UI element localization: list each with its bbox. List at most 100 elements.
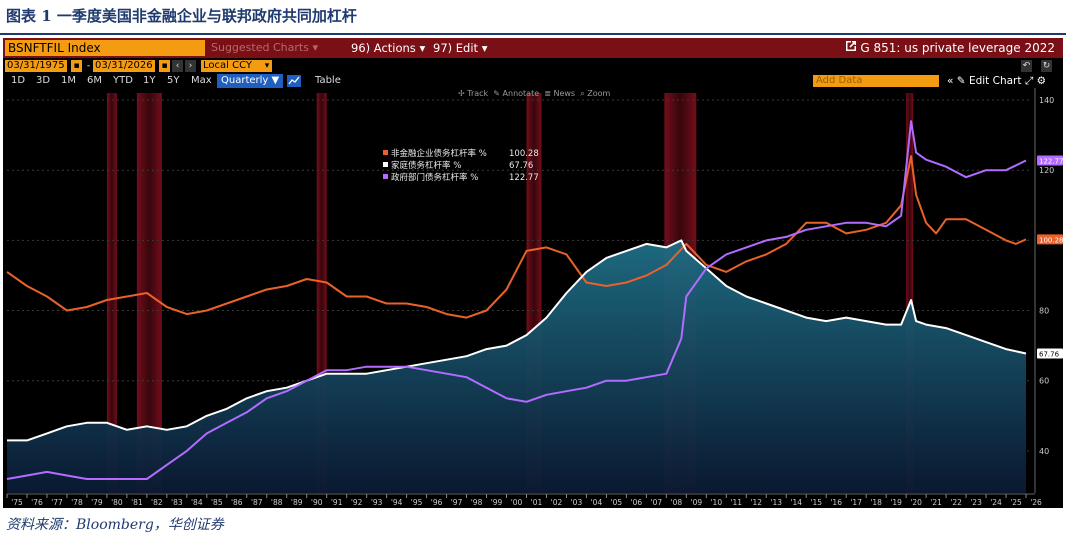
- x-tick-label: '91: [331, 498, 343, 507]
- x-tick-label: '86: [231, 498, 243, 507]
- range-1d[interactable]: 1D: [11, 74, 25, 88]
- x-tick-label: '95: [411, 498, 423, 507]
- annotate-icon: ✎: [493, 89, 500, 98]
- figure-title: 图表 1 一季度美国非金融企业与联邦政府共同加杠杆: [6, 7, 357, 25]
- x-tick-label: '05: [611, 498, 623, 507]
- range-6m[interactable]: 6M: [87, 74, 102, 88]
- chevron-down-icon: ▾: [481, 41, 488, 55]
- x-tick-label: '97: [451, 498, 463, 507]
- expand-icon[interactable]: ⤢: [1025, 75, 1033, 87]
- x-tick-label: '09: [691, 498, 703, 507]
- x-tick-label: '80: [111, 498, 123, 507]
- legend-value: 100.28: [509, 149, 539, 159]
- refresh-icon[interactable]: ↻: [1041, 60, 1052, 72]
- x-tick-label: '10: [711, 498, 723, 507]
- x-tick-label: '82: [151, 498, 163, 507]
- x-tick-label: '92: [351, 498, 363, 507]
- x-tick-label: '03: [571, 498, 583, 507]
- x-tick-label: '13: [770, 498, 782, 507]
- start-date-input[interactable]: 03/31/1975: [5, 60, 67, 72]
- y-tick-label: 140: [1039, 96, 1054, 105]
- chevron-down-icon: ▾: [419, 41, 426, 55]
- end-date-input[interactable]: 03/31/2026: [93, 60, 155, 72]
- collapse-icon[interactable]: «: [947, 75, 953, 87]
- x-tick-label: '21: [930, 498, 942, 507]
- zoom-tool[interactable]: Zoom: [587, 89, 610, 98]
- x-tick-label: '94: [391, 498, 403, 507]
- x-tick-label: '87: [251, 498, 263, 507]
- last-value-label: 100.28: [1039, 236, 1063, 244]
- x-tick-label: '22: [950, 498, 962, 507]
- x-tick-label: '12: [750, 498, 762, 507]
- table-button[interactable]: Table: [315, 74, 341, 88]
- title-rule: [0, 33, 1066, 35]
- line-chart-icon[interactable]: [287, 75, 301, 87]
- gear-icon[interactable]: ⚙: [1037, 75, 1046, 87]
- legend-value: 122.77: [509, 173, 539, 183]
- calendar-end-icon[interactable]: ▪: [159, 60, 170, 72]
- actions-menu-button[interactable]: 96) Actions ▾: [351, 40, 425, 56]
- x-tick-label: '85: [211, 498, 223, 507]
- x-tick-label: '01: [531, 498, 543, 507]
- x-tick-label: '90: [311, 498, 323, 507]
- annotate-tool[interactable]: Annotate: [503, 89, 540, 98]
- figure-source: 资料来源：Bloomberg，华创证券: [6, 517, 224, 533]
- chevron-down-icon: ▾: [312, 41, 318, 54]
- x-tick-label: '04: [591, 498, 603, 507]
- chart-name[interactable]: G 851: us private leverage 2022: [845, 40, 1055, 56]
- x-tick-label: '16: [830, 498, 842, 507]
- x-tick-label: '96: [431, 498, 443, 507]
- x-tick-label: '15: [810, 498, 822, 507]
- calendar-start-icon[interactable]: ▪: [71, 60, 82, 72]
- bloomberg-terminal: 406080100120140100.2867.76122.77'75'76'7…: [3, 38, 1063, 508]
- legend-label: 非金融企业债务杠杆率 %: [391, 148, 487, 159]
- suggested-charts-button[interactable]: Suggested Charts ▾: [211, 40, 318, 56]
- x-tick-label: '23: [970, 498, 982, 507]
- x-tick-label: '00: [511, 498, 523, 507]
- x-tick-label: '79: [91, 498, 103, 507]
- x-tick-label: '98: [471, 498, 483, 507]
- range-max[interactable]: Max: [191, 74, 212, 88]
- range-5y[interactable]: 5Y: [167, 74, 179, 88]
- range-1m[interactable]: 1M: [61, 74, 76, 88]
- edit-menu-button[interactable]: 97) Edit ▾: [433, 40, 487, 56]
- x-tick-label: '89: [291, 498, 303, 507]
- last-value-label: 122.77: [1039, 157, 1063, 165]
- frequency-select[interactable]: Quarterly ▼: [217, 74, 284, 88]
- chart-tools: ✢ Track ✎ Annotate ≣ News ⌕ Zoom: [458, 89, 610, 99]
- pencil-icon: ✎: [956, 75, 966, 87]
- x-tick-label: '26: [1030, 498, 1042, 507]
- x-tick-label: '20: [910, 498, 922, 507]
- launch-icon: [845, 41, 856, 51]
- legend-swatch: [383, 174, 388, 179]
- x-tick-label: '75: [11, 498, 23, 507]
- edit-chart-label: Edit Chart: [968, 75, 1022, 87]
- y-tick-label: 40: [1039, 447, 1049, 456]
- track-tool[interactable]: Track: [467, 89, 488, 98]
- add-data-input[interactable]: Add Data: [813, 75, 939, 87]
- currency-select[interactable]: Local CCY: [201, 60, 272, 72]
- x-tick-label: '88: [271, 498, 283, 507]
- chart-canvas[interactable]: 406080100120140100.2867.76122.77'75'76'7…: [3, 38, 1063, 508]
- prev-period-icon[interactable]: ‹: [172, 60, 183, 72]
- currency-dropdown-icon[interactable]: ▾: [263, 60, 271, 72]
- legend-label: 家庭债务杠杆率 %: [391, 160, 461, 171]
- undo-icon[interactable]: ↶: [1021, 60, 1032, 72]
- range-1y[interactable]: 1Y: [143, 74, 155, 88]
- news-tool[interactable]: News: [553, 89, 575, 98]
- x-tick-label: '99: [491, 498, 503, 507]
- ticker-field[interactable]: BSNFTFIL Index: [5, 40, 205, 56]
- x-tick-label: '78: [71, 498, 83, 507]
- edit-label: 97) Edit: [433, 41, 479, 55]
- edit-chart-button[interactable]: « ✎ Edit Chart ⤢ ⚙: [947, 74, 1046, 88]
- x-tick-label: '11: [730, 498, 742, 507]
- range-ytd[interactable]: YTD: [113, 74, 133, 88]
- chart-name-label: G 851: us private leverage 2022: [860, 41, 1055, 55]
- range-3d[interactable]: 3D: [36, 74, 50, 88]
- legend-label: 政府部门债务杠杆率 %: [391, 172, 478, 183]
- next-period-icon[interactable]: ›: [185, 60, 196, 72]
- x-tick-label: '18: [870, 498, 882, 507]
- x-tick-label: '07: [651, 498, 663, 507]
- y-tick-label: 120: [1039, 166, 1054, 175]
- x-tick-label: '25: [1010, 498, 1022, 507]
